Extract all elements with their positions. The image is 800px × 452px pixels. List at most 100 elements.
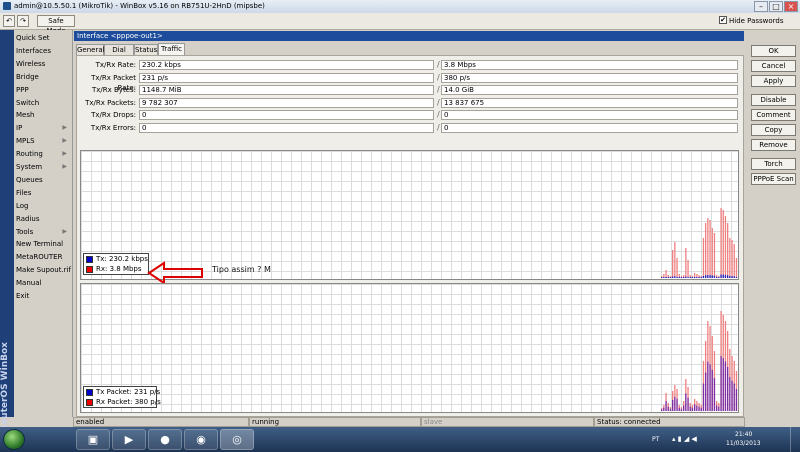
sidebar-item-radius[interactable]: Radius: [16, 213, 70, 225]
sidebar-item-label: Queues: [16, 175, 43, 184]
sidebar-item-label: Make Supout.rif: [16, 266, 71, 275]
legend-rx-label: Rx: 3.8 Mbps: [96, 265, 142, 273]
tx-bar: [716, 277, 718, 278]
packet-legend: Tx Packet: 231 p/s Rx Packet: 380 p/s: [83, 386, 161, 408]
undo-icon[interactable]: ↶: [3, 15, 15, 27]
rx-bar: [735, 258, 738, 278]
sidebar-item-log[interactable]: Log: [16, 200, 70, 212]
winbox-icon[interactable]: ◎: [220, 429, 254, 450]
disable-button[interactable]: Disable: [751, 94, 796, 106]
tx-bar: [665, 277, 667, 278]
redo-icon[interactable]: ↷: [17, 15, 29, 27]
start-button[interactable]: [3, 429, 25, 450]
copy-button[interactable]: Copy: [751, 124, 796, 136]
rx-bar: [705, 223, 707, 278]
sidebar-item-make-supout-rif[interactable]: Make Supout.rif: [16, 264, 71, 276]
torch-button[interactable]: Torch: [751, 158, 796, 170]
rx-bar: [724, 216, 727, 278]
sidebar-item-label: Manual: [16, 279, 42, 288]
packet-graph: Tx Packet: 231 p/s Rx Packet: 380 p/s: [80, 283, 739, 413]
tx-rx-packet-rate-tx-value: 231 p/s: [139, 72, 434, 83]
value-separator: /: [437, 97, 440, 107]
cancel-button[interactable]: Cancel: [751, 60, 796, 72]
submenu-arrow-icon: ▶: [62, 163, 67, 170]
apply-button[interactable]: Apply: [751, 75, 796, 87]
sidebar-item-new-terminal[interactable]: New Terminal: [16, 238, 70, 250]
chrome-icon[interactable]: ◉: [184, 429, 218, 450]
status-connection: Status: connected: [594, 417, 745, 427]
remove-button[interactable]: Remove: [751, 139, 796, 151]
sidebar-item-label: PPP: [16, 85, 29, 94]
sidebar-item-manual[interactable]: Manual: [16, 277, 70, 289]
sidebar-item-bridge[interactable]: Bridge: [16, 71, 70, 83]
tx-rx-drops-rx-value: 0: [441, 110, 738, 120]
rx-bar: [713, 233, 716, 278]
tx-rx-bytes-tx-value: 1148.7 MiB: [139, 85, 434, 95]
title-bar: admin@10.5.50.1 (MikroTik) - WinBox v5.1…: [0, 0, 800, 14]
rx-bar: [722, 210, 724, 278]
show-desktop-button[interactable]: [790, 427, 800, 452]
tab-dial-out[interactable]: Dial Out: [104, 44, 134, 65]
comment-button[interactable]: Comment: [751, 109, 796, 121]
ok-button[interactable]: OK: [751, 45, 796, 57]
sidebar-item-system[interactable]: System ▶: [16, 161, 70, 173]
tx-bar: [689, 277, 691, 278]
close-icon[interactable]: ×: [784, 1, 798, 12]
explorer-icon[interactable]: ▣: [76, 429, 110, 450]
tx-bar: [720, 274, 722, 278]
tab-general[interactable]: General: [76, 44, 105, 55]
maximize-icon[interactable]: □: [769, 1, 783, 12]
sidebar-item-wireless[interactable]: Wireless: [16, 58, 70, 70]
tx-bar: [678, 277, 680, 278]
sidebar-item-metarouter[interactable]: MetaROUTER: [16, 251, 70, 263]
tx-rx-packet-rate-rx-value: 380 p/s: [441, 72, 738, 83]
tab-status[interactable]: Status: [134, 44, 158, 55]
pppoe-scan-button[interactable]: PPPoE Scan: [751, 173, 796, 185]
media-player-icon[interactable]: ▶: [112, 429, 146, 450]
sidebar-item-ppp[interactable]: PPP: [16, 84, 70, 96]
tx-bar: [687, 397, 689, 411]
sidebar-item-files[interactable]: Files: [16, 187, 70, 199]
tx-bar: [709, 275, 711, 278]
tx-bar: [678, 407, 680, 411]
sidebar-item-routing[interactable]: Routing ▶: [16, 148, 70, 160]
clock-time[interactable]: 21:40: [735, 431, 752, 438]
tray-icons[interactable]: ▴ ▮ ◢ ◀: [672, 435, 697, 443]
sidebar-item-label: Files: [16, 188, 32, 197]
tx-bar: [672, 400, 674, 411]
status-slave: slave: [421, 417, 594, 427]
firefox-icon[interactable]: ●: [148, 429, 182, 450]
sidebar-item-mesh[interactable]: Mesh: [16, 109, 70, 121]
sidebar-item-label: IP: [16, 124, 23, 133]
language-indicator[interactable]: PT: [652, 436, 659, 443]
clock-date[interactable]: 11/03/2013: [726, 440, 761, 447]
sidebar-item-switch[interactable]: Switch: [16, 97, 70, 109]
tab-traffic[interactable]: Traffic: [158, 43, 185, 55]
sidebar-item-exit[interactable]: Exit: [16, 290, 70, 302]
tx-bar: [698, 406, 700, 411]
safe-mode-button[interactable]: Safe Mode: [37, 15, 75, 35]
tx-rx-drops-tx-value: 0: [139, 110, 434, 120]
tx-bar: [680, 277, 683, 278]
sidebar-item-interfaces[interactable]: Interfaces: [16, 45, 70, 57]
sidebar-item-queues[interactable]: Queues: [16, 174, 70, 186]
sidebar-item-ip[interactable]: IP ▶: [16, 122, 70, 134]
tx-bar: [711, 275, 713, 278]
tx-bar: [707, 361, 709, 411]
annotation-text: Tipo assim ? M: [212, 265, 271, 274]
sidebar-item-mpls[interactable]: MPLS ▶: [16, 135, 70, 147]
tx-bar: [705, 372, 707, 411]
rx-bar: [687, 260, 689, 278]
tx-bar: [667, 277, 669, 278]
sidebar-item-tools[interactable]: Tools ▶: [16, 226, 70, 238]
value-separator: /: [437, 72, 440, 82]
tx-bar: [720, 356, 722, 411]
sidebar-item-quick-set[interactable]: Quick Set: [16, 32, 70, 44]
rx-bar: [672, 250, 674, 278]
tx-rx-rate-tx-value: 230.2 kbps: [139, 60, 434, 70]
tx-bar: [685, 393, 687, 411]
hide-passwords-checkbox[interactable]: ✔: [719, 16, 727, 24]
tx-bar: [713, 275, 716, 278]
minimize-icon[interactable]: –: [754, 1, 768, 12]
tx-bar: [722, 274, 724, 278]
